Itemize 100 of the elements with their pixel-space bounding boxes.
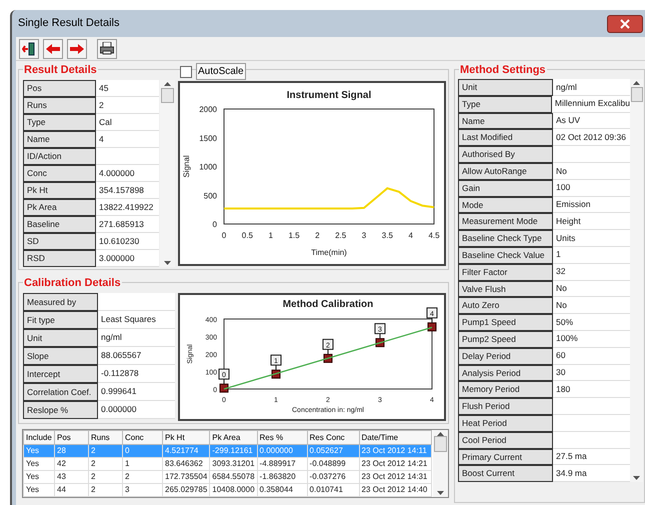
table-cell: 10408.0000 (210, 484, 258, 496)
field-label: Unit (23, 329, 98, 347)
column-header[interactable]: Date/Time (359, 430, 432, 444)
tick-label: 4 (408, 231, 413, 240)
field-label: Heat Period (458, 414, 553, 432)
field-label: Type (458, 96, 552, 113)
field-label: Authorised By (458, 146, 553, 163)
field-value: 88.065567 (98, 347, 175, 365)
table-cell: 0.010741 (307, 484, 360, 496)
field-value: 45 (96, 80, 159, 97)
previous-button[interactable] (43, 38, 63, 58)
field-value: 13822.419922 (96, 199, 159, 216)
chart-title: Method Calibration (282, 299, 374, 310)
scroll-up-icon (633, 81, 640, 85)
field-value: 30 (553, 364, 630, 382)
field-label: Allow AutoRange (458, 162, 553, 180)
table-cell: 2 (88, 484, 122, 496)
table-cell: 3 (122, 484, 162, 496)
field-value: 2 (96, 97, 159, 114)
window-title: Single Result Details (18, 16, 120, 32)
column-header[interactable]: Res % (257, 430, 308, 444)
data-point (220, 384, 228, 393)
field-label: Flush Period (458, 398, 553, 415)
column-header[interactable]: Pk Ht (162, 430, 210, 444)
scrollbar[interactable] (630, 79, 643, 482)
field-label: Analysis Period (458, 364, 553, 382)
tick-label: 4.5 (428, 231, 440, 240)
print-button[interactable] (97, 38, 117, 58)
scroll-down-icon (164, 261, 171, 265)
tick-label: 500 (204, 191, 217, 200)
data-point (428, 322, 436, 332)
checkbox[interactable] (180, 66, 192, 78)
scroll-thumb[interactable] (434, 436, 447, 452)
field-value: 10.610230 (96, 233, 159, 250)
axis-label: Time(min) (311, 248, 347, 257)
next-button[interactable] (67, 38, 87, 58)
column-header[interactable]: Include (24, 430, 54, 444)
table-cell: 0.358044 (257, 484, 308, 496)
field-value: Cal (96, 114, 159, 131)
exit-button[interactable] (19, 38, 39, 58)
field-label: Last Modified (458, 129, 553, 146)
field-value: 100% (553, 330, 630, 348)
table-cell: 23 Oct 2012 14:40 (359, 484, 432, 496)
chart-title: Instrument Signal (286, 90, 372, 101)
tick-label: 2000 (199, 105, 217, 114)
field-label: Auto Zero (458, 297, 553, 314)
close-button[interactable] (607, 14, 643, 32)
field-label: Gain (458, 180, 553, 197)
close-icon (620, 18, 630, 28)
field-label: Memory Period (458, 381, 553, 398)
column-header[interactable]: Pos (54, 430, 88, 444)
table-row[interactable]: Yes 43 2 2 172.735504 6584.55078 -1.863820 -0.037276 23 Oct 2012 14:31 (24, 470, 432, 484)
tick-label: 1 (268, 231, 273, 240)
field-label: ID/Action (23, 148, 96, 165)
field-value: 4 (96, 131, 159, 148)
field-value: 100 (553, 180, 630, 197)
tick-label: 3 (362, 231, 366, 240)
table-row[interactable]: Yes 44 2 3 265.029785 10408.0000 0.358044 0.010741 23 Oct 2012 14:40 (24, 484, 432, 496)
field-value: No (553, 280, 630, 298)
column-header[interactable]: Pk Area (210, 430, 258, 444)
scroll-thumb[interactable] (161, 88, 174, 103)
checkbox-label: AutoScale (196, 63, 246, 80)
field-label: Runs (23, 97, 96, 114)
field-label: Mode (458, 196, 553, 214)
field-value: ng/ml (98, 329, 175, 347)
field-label: Fit type (23, 311, 98, 329)
field-value (96, 148, 159, 165)
field-label: Measurement Mode (458, 213, 553, 230)
field-value: As UV (553, 112, 630, 130)
field-label: Pos (23, 80, 96, 97)
field-label: Pump1 Speed (458, 314, 553, 331)
field-label: Pk Area (23, 199, 96, 216)
field-value: Millennium Excalibu (552, 96, 630, 113)
scroll-thumb[interactable] (630, 87, 642, 102)
tick-label: 3.5 (382, 231, 393, 240)
table-cell: 44 (54, 484, 88, 496)
column-header[interactable]: Conc (122, 430, 162, 444)
field-label: Boost Current (458, 465, 553, 482)
field-value: 1 (553, 246, 630, 264)
field-label: Type (23, 114, 96, 131)
field-label: Baseline (23, 216, 96, 233)
field-label: Filter Factor (458, 264, 553, 281)
printer-icon (100, 42, 114, 55)
field-value: 354.157898 (96, 182, 159, 199)
table-row[interactable]: Yes 42 2 1 83.646362 3093.31201 -4.889917 -0.048899 23 Oct 2012 14:21 (24, 458, 432, 470)
field-value: 0.999641 (98, 383, 175, 401)
field-label: RSD (23, 250, 96, 267)
field-value: Height (553, 213, 630, 230)
field-label: Primary Current (458, 448, 553, 466)
scrollbar[interactable] (160, 80, 175, 267)
field-value: 32 (553, 264, 630, 281)
field-label: Pump2 Speed (458, 330, 553, 348)
scrollbar[interactable] (433, 430, 448, 497)
tick-label: 0 (212, 220, 217, 229)
column-header[interactable]: Res Conc (307, 430, 360, 444)
field-label: Pk Ht (23, 182, 96, 199)
field-label: Name (23, 131, 96, 148)
column-header[interactable]: Runs (88, 430, 122, 444)
right-arrow-icon (70, 44, 84, 54)
field-value: 50% (553, 314, 630, 331)
